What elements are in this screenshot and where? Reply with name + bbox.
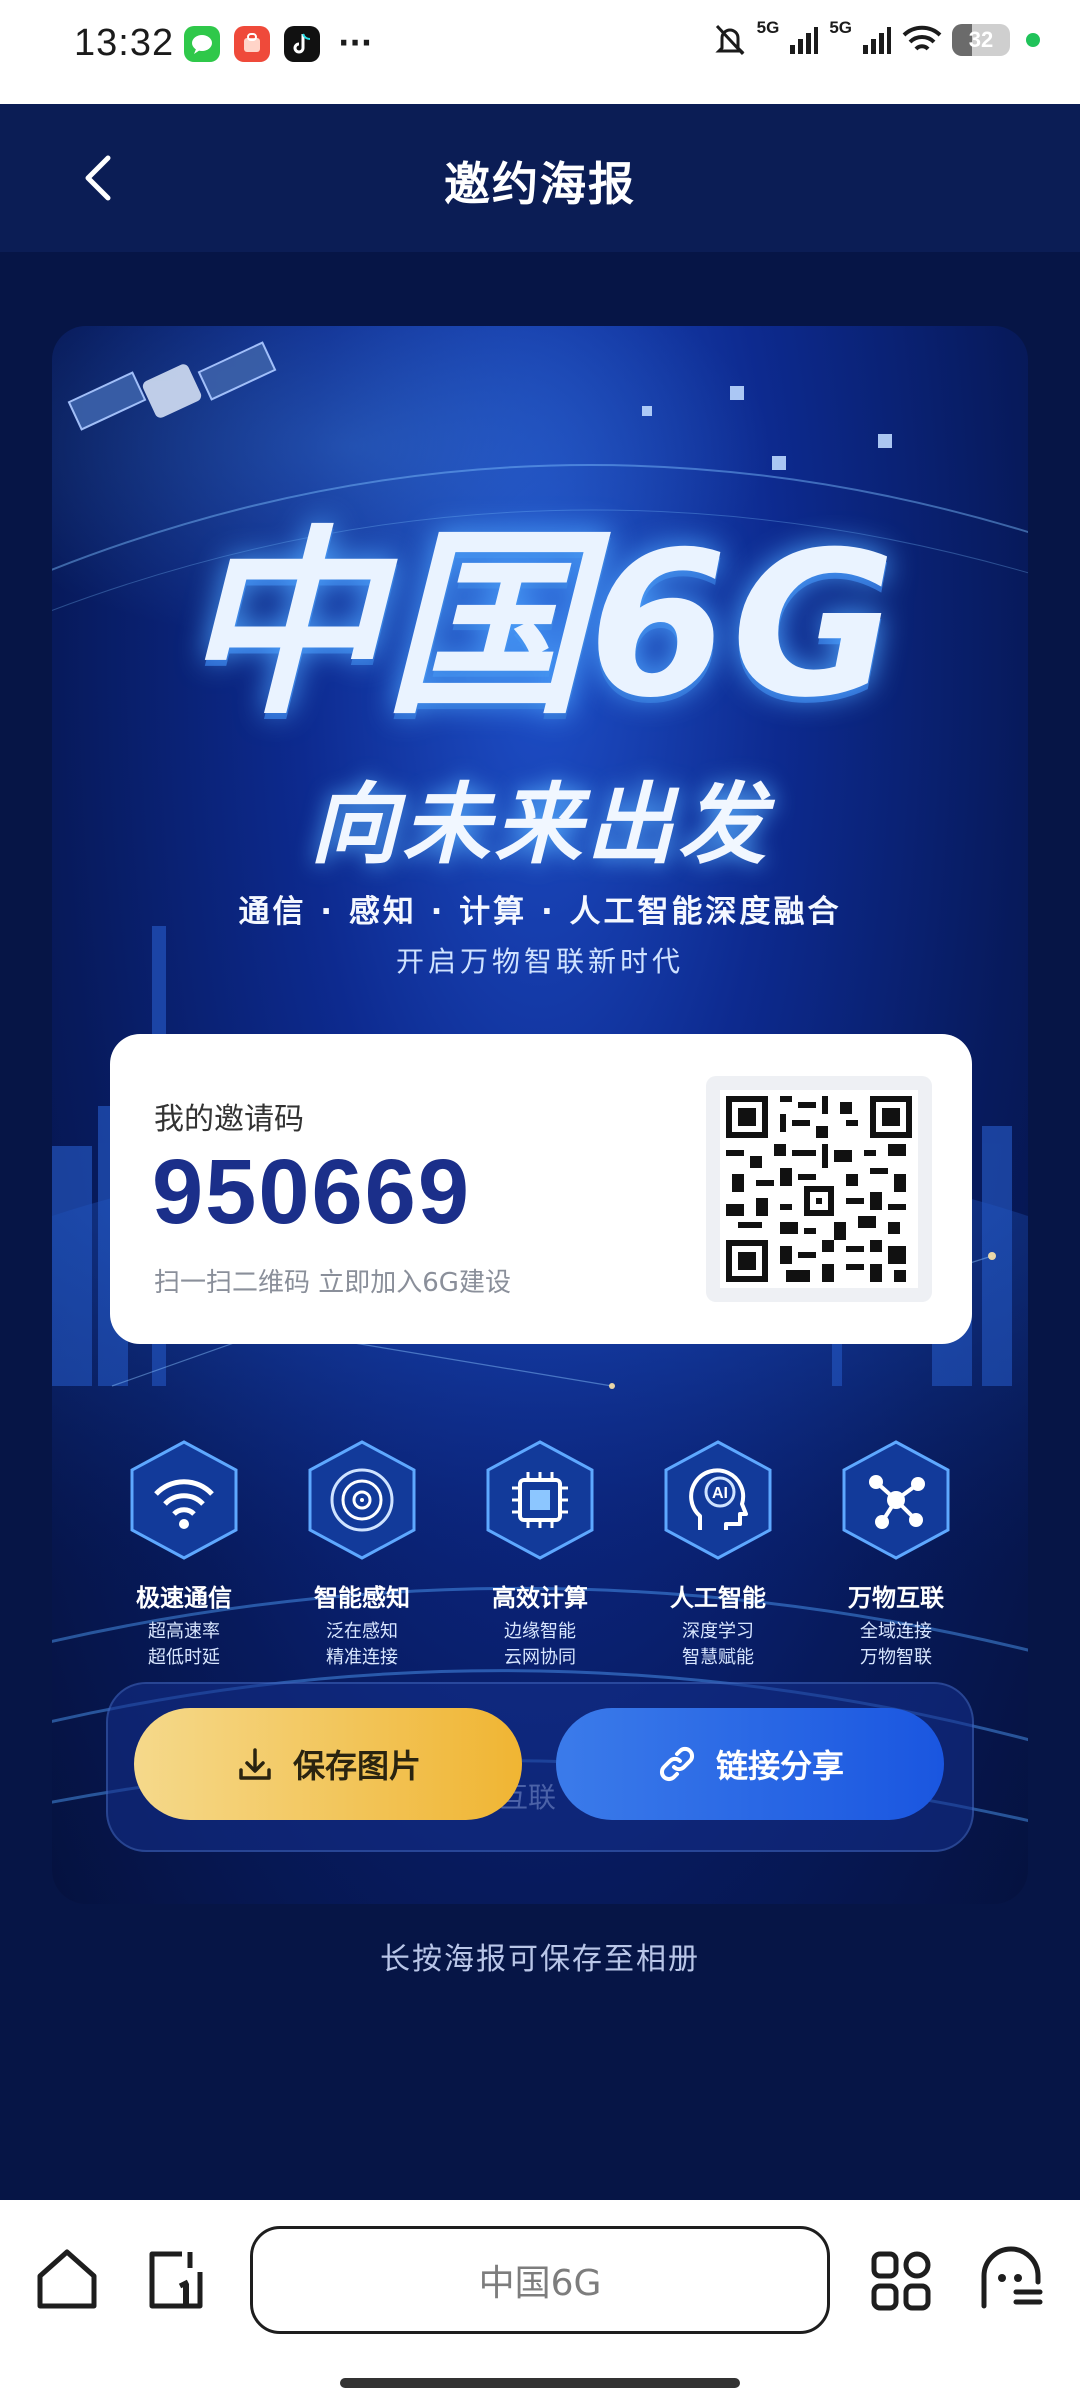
poster-subheadline: 向未来出发	[309, 773, 770, 876]
tabs-icon[interactable]	[142, 2246, 212, 2316]
feature-item: AI 人工智能 深度学习 智慧赋能	[636, 1438, 800, 1671]
feature-item: 高效计算 边缘智能 云网协同	[458, 1438, 622, 1671]
tiktok-icon	[284, 26, 320, 62]
save-image-button[interactable]: 保存图片	[134, 1708, 522, 1820]
app-header: 邀约海报	[0, 104, 1080, 252]
signal-icon	[790, 27, 819, 54]
profile-menu-icon[interactable]	[976, 2244, 1046, 2314]
feature-list: 极速通信 超高速率 超低时延 智能感知 泛在感知 精准连接 高效计算 边缘智能 …	[102, 1438, 978, 1671]
qr-code	[706, 1076, 932, 1302]
link-icon	[659, 1746, 695, 1782]
poster-headline: 中国6G	[180, 509, 900, 742]
battery-indicator: 32	[952, 24, 1010, 56]
share-link-button[interactable]: 链接分享	[556, 1708, 944, 1820]
invite-poster[interactable]: 中国6G 向未来出发 通信 · 感知 · 计算 · 人工智能深度融合 开启万物智…	[52, 326, 1028, 1904]
page-title: 邀约海报	[444, 157, 636, 211]
poster-tagline: 通信 · 感知 · 计算 · 人工智能深度融合	[238, 894, 842, 930]
wifi-icon	[130, 1440, 238, 1560]
ai-head-icon: AI	[664, 1440, 772, 1560]
store-icon	[234, 26, 270, 62]
save-image-label: 保存图片	[292, 1747, 421, 1785]
home-indicator[interactable]	[340, 2378, 740, 2388]
feature-item: 智能感知 泛在感知 精准连接	[280, 1438, 444, 1671]
invite-hint-text: 扫一扫二维码 立即加入6G建设	[154, 1268, 511, 1298]
feature-item: 极速通信 超高速率 超低时延	[102, 1438, 266, 1671]
feature-item: 万物互联 全域连接 万物智联	[814, 1438, 978, 1671]
status-bar: 13:32 ··· 5G 5G 32	[0, 0, 1080, 104]
more-notifications-icon: ···	[338, 26, 373, 61]
invite-code-label: 我的邀请码	[154, 1102, 304, 1137]
invite-code-value: 950669	[152, 1141, 471, 1243]
mute-bell-icon	[715, 24, 745, 56]
share-link-label: 链接分享	[715, 1747, 844, 1785]
chip-icon	[486, 1440, 594, 1560]
address-search-field[interactable]: 中国6G	[250, 2226, 830, 2334]
network-icon	[842, 1440, 950, 1560]
network-type-2: 5G	[829, 18, 852, 37]
apps-grid-icon[interactable]	[866, 2246, 936, 2316]
download-icon	[239, 1748, 271, 1780]
svg-text:AI: AI	[712, 1485, 728, 1502]
wifi-status-icon	[902, 25, 942, 51]
poster-tagline-secondary: 开启万物智联新时代	[395, 945, 684, 978]
radar-icon	[308, 1440, 416, 1560]
status-time: 13:32	[74, 22, 175, 64]
invite-code-card: 我的邀请码 950669 扫一扫二维码 立即加入6G建设	[110, 1034, 972, 1344]
privacy-dot	[1026, 33, 1040, 47]
save-tip-text: 长按海报可保存至相册	[380, 1942, 700, 1977]
status-app-icons: ···	[184, 26, 372, 62]
home-icon[interactable]	[32, 2244, 102, 2314]
signal-icon-2	[863, 27, 891, 54]
status-indicators: 5G 5G 32	[713, 18, 1040, 58]
network-type-1: 5G	[756, 18, 780, 37]
messages-icon	[184, 26, 220, 62]
qr-code-icon	[720, 1090, 918, 1288]
browser-toolbar: 中国6G	[0, 2200, 1080, 2400]
